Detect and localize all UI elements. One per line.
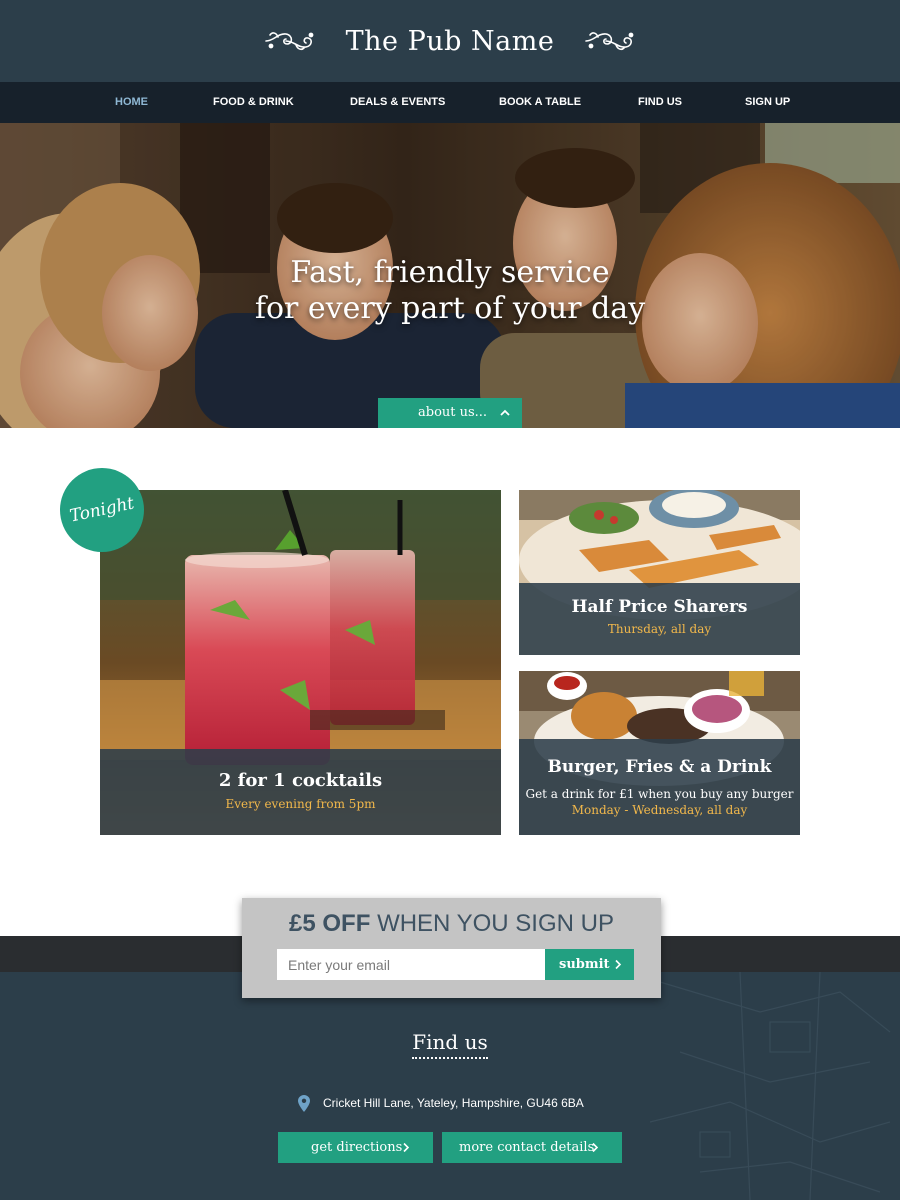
- footer: Find us Cricket Hill Lane, Yateley, Hamp…: [0, 972, 900, 1200]
- signup-off: OFF: [322, 910, 371, 937]
- more-contact-details-button[interactable]: more contact details: [442, 1132, 622, 1163]
- deal-subtitle: Thursday, all day: [607, 622, 712, 636]
- main-nav: HOME FOOD & DRINK DEALS & EVENTS BOOK A …: [0, 82, 900, 123]
- submit-label: submit: [559, 957, 610, 972]
- deal-caption: Burger, Fries & a Drink Get a drink for …: [519, 739, 800, 835]
- email-field[interactable]: [277, 949, 545, 980]
- signup-panel: £5 OFF WHEN YOU SIGN UP submit: [242, 898, 661, 998]
- nav-item-book-a-table[interactable]: BOOK A TABLE: [499, 82, 581, 123]
- hero-banner: Fast, friendly service for every part of…: [0, 123, 900, 428]
- nav-item-sign-up[interactable]: SIGN UP: [745, 82, 790, 123]
- deal-subtitle: Monday - Wednesday, all day: [571, 803, 748, 817]
- signup-tail: WHEN YOU SIGN UP: [377, 910, 614, 937]
- submit-button[interactable]: submit: [545, 949, 634, 980]
- address-text: Cricket Hill Lane, Yateley, Hampshire, G…: [323, 1096, 584, 1110]
- deal-description: Get a drink for £1 when you buy any burg…: [525, 787, 794, 801]
- deal-caption: Half Price Sharers Thursday, all day: [519, 583, 800, 655]
- map-pin-icon: [298, 1094, 310, 1112]
- hero-headline-line-1: Fast, friendly service: [290, 255, 610, 290]
- deal-title: Burger, Fries & a Drink: [547, 757, 772, 777]
- find-us-heading: Find us: [0, 1030, 900, 1059]
- chevron-right-icon: [615, 959, 622, 970]
- address-line: Cricket Hill Lane, Yateley, Hampshire, G…: [298, 1094, 584, 1112]
- deal-card-cocktails[interactable]: 2 for 1 cocktails Every evening from 5pm: [100, 490, 501, 835]
- tonight-badge-label: Tonight: [67, 493, 137, 527]
- deal-caption: 2 for 1 cocktails Every evening from 5pm: [100, 749, 501, 835]
- deal-card-burger[interactable]: Burger, Fries & a Drink Get a drink for …: [519, 671, 800, 835]
- more-contact-details-label: more contact details: [459, 1140, 595, 1155]
- about-us-label: about us...: [418, 405, 488, 420]
- nav-item-find-us[interactable]: FIND US: [638, 82, 682, 123]
- nav-item-home[interactable]: HOME: [115, 82, 148, 123]
- flourish-right-icon: [585, 32, 634, 51]
- about-us-button[interactable]: about us...: [378, 398, 522, 428]
- signup-amount: £5: [289, 910, 316, 937]
- deal-title: Half Price Sharers: [571, 597, 748, 617]
- deal-subtitle: Every evening from 5pm: [225, 797, 376, 811]
- hero-headline: Fast, friendly service for every part of…: [0, 255, 900, 327]
- nav-item-food-drink[interactable]: FOOD & DRINK: [213, 82, 294, 123]
- get-directions-label: get directions: [311, 1140, 403, 1155]
- brand: The Pub Name: [0, 0, 900, 82]
- flourish-left-icon: [264, 32, 314, 51]
- signup-heading: £5 OFF WHEN YOU SIGN UP: [242, 910, 661, 938]
- tonight-badge: Tonight: [60, 468, 144, 552]
- find-us-title: Find us: [412, 1030, 488, 1059]
- site-header: The Pub Name: [0, 0, 900, 82]
- nav-item-deals-events[interactable]: DEALS & EVENTS: [350, 82, 445, 123]
- deal-title: 2 for 1 cocktails: [218, 770, 383, 791]
- map-texture: [649, 972, 891, 1200]
- deal-card-sharers[interactable]: Half Price Sharers Thursday, all day: [519, 490, 800, 655]
- site-title[interactable]: The Pub Name: [346, 26, 555, 57]
- chevron-up-icon: [500, 409, 510, 416]
- chevron-right-icon: [592, 1142, 599, 1153]
- get-directions-button[interactable]: get directions: [278, 1132, 433, 1163]
- hero-headline-line-2: for every part of your day: [254, 291, 646, 326]
- chevron-right-icon: [403, 1142, 410, 1153]
